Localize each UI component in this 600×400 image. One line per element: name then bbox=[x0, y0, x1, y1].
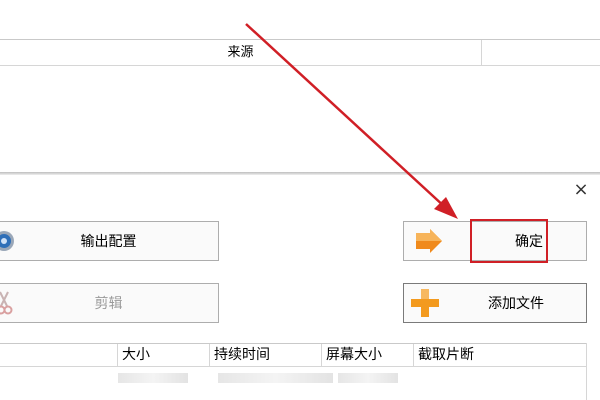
blurred-cell bbox=[118, 373, 188, 383]
scissors-icon bbox=[0, 291, 13, 315]
column-header-clip-segment[interactable]: 截取片断 bbox=[414, 344, 586, 366]
source-list-pane: 来源 bbox=[0, 0, 600, 172]
column-header-duration[interactable]: 持续时间 bbox=[210, 344, 322, 366]
blurred-cell bbox=[338, 373, 398, 383]
file-list-header: 大小 持续时间 屏幕大小 截取片断 bbox=[0, 343, 586, 367]
column-header-name[interactable] bbox=[0, 344, 118, 366]
plus-icon bbox=[411, 289, 439, 317]
edit-label: 剪辑 bbox=[94, 296, 123, 312]
close-icon[interactable]: × bbox=[571, 181, 591, 201]
list-scroll-edge bbox=[586, 343, 600, 400]
pane-divider[interactable] bbox=[0, 172, 600, 175]
add-file-label: 添加文件 bbox=[488, 296, 544, 312]
export-settings-label: 输出配置 bbox=[80, 234, 137, 250]
edit-button[interactable]: 剪辑 bbox=[0, 283, 219, 323]
column-header-source[interactable]: 来源 bbox=[0, 40, 482, 65]
annotation-highlight-box bbox=[470, 219, 548, 263]
source-list-header: 来源 bbox=[0, 39, 600, 66]
blurred-cell bbox=[218, 373, 333, 383]
export-settings-button[interactable]: 输出配置 bbox=[0, 221, 219, 261]
file-list bbox=[0, 367, 586, 400]
column-header-screen-size[interactable]: 屏幕大小 bbox=[322, 344, 414, 366]
column-header-empty[interactable] bbox=[482, 40, 600, 65]
arrow-right-icon bbox=[416, 229, 442, 253]
gear-icon bbox=[0, 231, 14, 251]
column-header-size[interactable]: 大小 bbox=[118, 344, 210, 366]
